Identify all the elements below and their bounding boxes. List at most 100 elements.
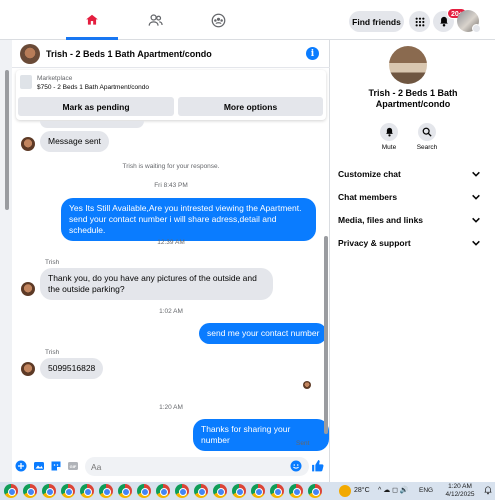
section-chat-members[interactable]: Chat members — [331, 187, 495, 207]
add-plus-icon[interactable] — [15, 460, 27, 472]
mute-button[interactable]: Mute — [369, 123, 409, 151]
chrome-taskbar-icon[interactable] — [270, 484, 284, 498]
chevron-down-icon — [472, 171, 480, 177]
section-media-files-links[interactable]: Media, files and links — [331, 210, 495, 230]
chrome-taskbar-icon[interactable] — [213, 484, 227, 498]
chrome-taskbar-icon[interactable] — [80, 484, 94, 498]
chrome-taskbar-icon[interactable] — [23, 484, 37, 498]
chat-header: Trish - 2 Beds 1 Bath Apartment/condo i — [12, 40, 330, 68]
more-options-button[interactable]: More options — [178, 97, 323, 116]
section-label: Media, files and links — [338, 215, 424, 225]
chrome-taskbar-icon[interactable] — [61, 484, 75, 498]
chrome-taskbar-icon[interactable] — [251, 484, 265, 498]
left-scrollbar[interactable] — [5, 70, 9, 210]
chevron-down-icon — [472, 217, 480, 223]
contact-avatar-small — [21, 137, 35, 151]
chrome-taskbar-icon[interactable] — [118, 484, 132, 498]
message-composer: GIF — [12, 452, 330, 482]
message-bubble-incoming[interactable]: Message sent — [40, 131, 109, 152]
system-tray-icons[interactable]: ^ ☁ ◻ 🔊 — [378, 486, 409, 494]
bell-icon — [380, 123, 398, 141]
friends-icon — [148, 14, 163, 26]
timestamp: 1:02 AM — [159, 308, 183, 315]
sticker-icon[interactable] — [50, 460, 62, 472]
listing-profile-photo[interactable] — [389, 46, 427, 84]
message-input-box — [85, 457, 309, 476]
like-thumb-icon[interactable] — [311, 459, 324, 473]
top-navigation-bar: Find friends 20+ — [0, 0, 495, 40]
section-label: Chat members — [338, 192, 398, 202]
search-button[interactable]: Search — [407, 123, 447, 151]
chat-title[interactable]: Trish - 2 Beds 1 Bath Apartment/condo — [46, 49, 212, 59]
account-caret-icon[interactable] — [472, 24, 481, 33]
section-privacy-support[interactable]: Privacy & support — [331, 233, 495, 253]
chrome-taskbar-icon[interactable] — [232, 484, 246, 498]
listing-thumbnail — [20, 75, 32, 89]
groups-icon — [211, 13, 225, 27]
menu-button[interactable] — [409, 11, 430, 32]
timestamp: 1:20 AM — [159, 404, 183, 411]
chevron-down-icon — [472, 194, 480, 200]
timestamp: 12:39 AM — [157, 239, 185, 246]
language-indicator[interactable]: ENG — [419, 487, 433, 494]
waiting-status-text: Trish is waiting for your response. — [122, 163, 220, 170]
message-bubble-outgoing[interactable]: send me your contact number — [199, 323, 328, 344]
chevron-down-icon — [472, 240, 480, 246]
message-scrollbar[interactable] — [324, 236, 328, 434]
nav-friends-tab[interactable] — [125, 0, 185, 40]
chrome-taskbar-icon[interactable] — [137, 484, 151, 498]
chrome-taskbar-icon[interactable] — [194, 484, 208, 498]
message-bubble-incoming[interactable]: 5099516828 — [40, 358, 104, 379]
info-icon[interactable]: i — [306, 47, 319, 60]
nav-groups-tab[interactable] — [188, 0, 248, 40]
mark-as-pending-button[interactable]: Mark as pending — [18, 97, 174, 116]
home-icon — [86, 14, 98, 25]
svg-text:GIF: GIF — [70, 464, 77, 469]
search-icon — [418, 123, 436, 141]
weather-sun-icon[interactable] — [339, 485, 351, 497]
gif-icon[interactable]: GIF — [67, 460, 79, 472]
nav-home-tab[interactable] — [62, 0, 122, 40]
listing-description[interactable]: $750 - 2 Beds 1 Bath Apartment/condo — [37, 84, 149, 91]
section-label: Customize chat — [338, 169, 401, 179]
marketplace-listing-card: Marketplace $750 - 2 Beds 1 Bath Apartme… — [16, 70, 326, 120]
partial-message-bubble — [40, 121, 144, 128]
chrome-taskbar-icon[interactable] — [42, 484, 56, 498]
contact-avatar[interactable] — [20, 44, 40, 64]
message-status: Sent — [296, 440, 310, 447]
message-bubble-outgoing[interactable]: Yes Its Still Available,Are you intreste… — [61, 198, 316, 241]
conversation-name: Trish - 2 Beds 1 Bath Apartment/condo — [368, 88, 458, 109]
message-bubble-incoming[interactable]: Thank you, do you have any pictures of t… — [40, 268, 273, 300]
sender-name: Trish — [45, 349, 60, 356]
clock[interactable]: 1:20 AM 4/12/2025 — [440, 483, 480, 499]
chat-pane: Trish - 2 Beds 1 Bath Apartment/condo i … — [12, 40, 330, 482]
chrome-taskbar-icon[interactable] — [289, 484, 303, 498]
search-label: Search — [416, 144, 438, 151]
clock-date: 4/12/2025 — [445, 491, 475, 498]
message-input[interactable] — [91, 459, 281, 474]
mute-label: Mute — [381, 144, 397, 151]
section-customize-chat[interactable]: Customize chat — [331, 164, 495, 184]
read-receipt-avatar — [303, 381, 311, 389]
listing-type-label: Marketplace — [37, 75, 73, 82]
temperature-text[interactable]: 28°C — [354, 487, 370, 494]
notification-bell-icon[interactable] — [484, 486, 492, 495]
grid-menu-icon — [415, 17, 424, 26]
clock-time: 1:20 AM — [448, 483, 472, 490]
emoji-icon[interactable] — [290, 460, 302, 472]
chrome-taskbar-icon[interactable] — [156, 484, 170, 498]
photo-icon[interactable] — [33, 460, 45, 472]
section-label: Privacy & support — [338, 238, 411, 248]
conversation-details-panel: Trish - 2 Beds 1 Bath Apartment/condo Mu… — [331, 40, 495, 482]
contact-avatar-small — [21, 282, 35, 296]
windows-taskbar: 28°C ^ ☁ ◻ 🔊 ENG 1:20 AM 4/12/2025 — [0, 482, 495, 500]
chrome-taskbar-icon[interactable] — [308, 484, 322, 498]
timestamp: Fri 8:43 PM — [154, 182, 188, 189]
bell-icon — [439, 16, 448, 27]
chrome-taskbar-icon[interactable] — [99, 484, 113, 498]
chrome-taskbar-icon[interactable] — [175, 484, 189, 498]
find-friends-button[interactable]: Find friends — [349, 11, 404, 32]
sender-name: Trish — [45, 259, 60, 266]
contact-avatar-small — [21, 362, 35, 376]
chrome-taskbar-icon[interactable] — [4, 484, 18, 498]
